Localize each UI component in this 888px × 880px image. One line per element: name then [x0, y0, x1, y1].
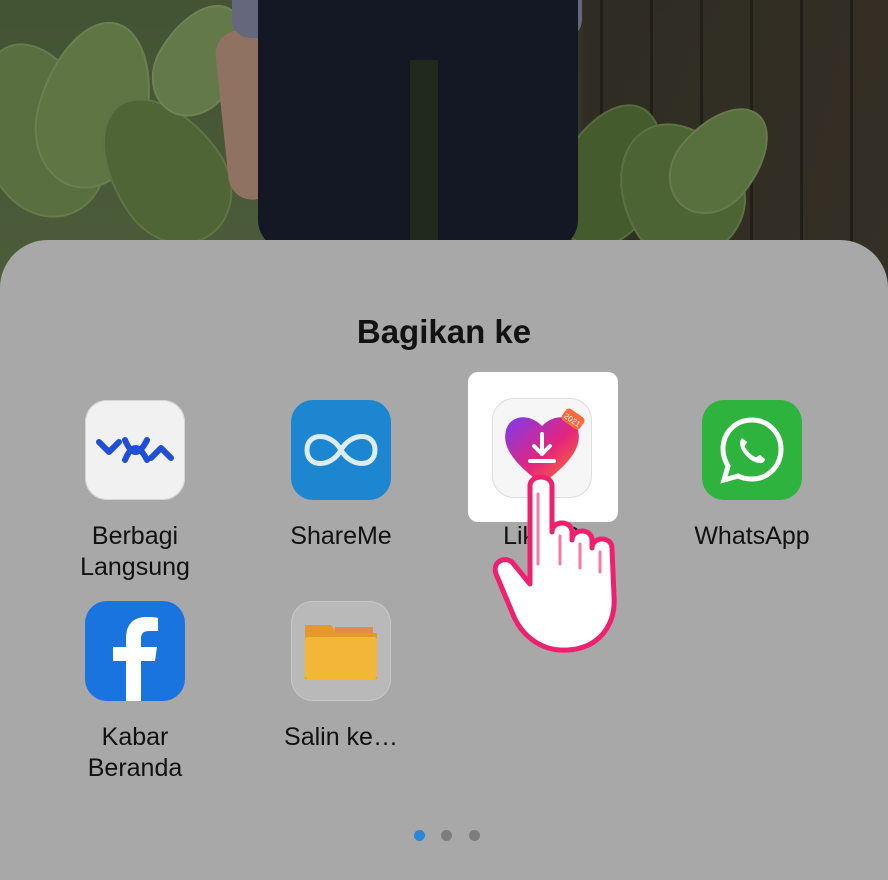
page-indicator [414, 828, 492, 841]
share-sheet-title: Bagikan ke [356, 313, 532, 350]
nearby-share-icon [85, 400, 185, 500]
app-label: ShareMe [290, 522, 392, 550]
page-dot[interactable] [468, 830, 480, 841]
page-dot-active[interactable] [414, 830, 425, 841]
tap-hand-icon [490, 464, 650, 669]
app-label: Kabar Beranda [87, 723, 183, 782]
app-label: Berbagi Langsung [80, 522, 190, 581]
folder-icon [291, 601, 391, 701]
app-label: WhatsApp [694, 522, 810, 550]
whatsapp-phone-icon [702, 400, 802, 500]
page-dot[interactable] [441, 830, 453, 841]
shareme-infinity-icon [291, 400, 391, 500]
facebook-icon [85, 601, 185, 701]
app-label: Salin ke… [284, 723, 398, 751]
